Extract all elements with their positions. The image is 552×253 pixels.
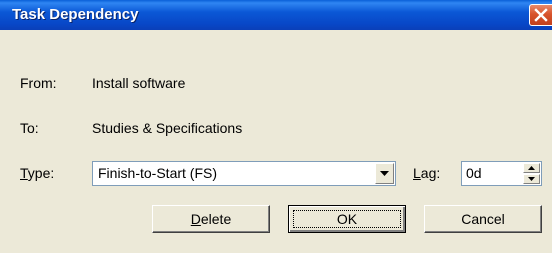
focus-rectangle — [293, 210, 401, 228]
task-dependency-dialog: Task Dependency From: Install software T… — [0, 0, 552, 253]
to-label: To: — [20, 120, 39, 136]
close-icon — [534, 8, 548, 22]
lag-label-rest: ag: — [420, 165, 441, 181]
delete-button-accelerator: D — [190, 211, 201, 227]
lag-label-accelerator: L — [413, 165, 421, 181]
close-button[interactable] — [529, 4, 552, 26]
lag-label: Lag: — [413, 165, 440, 181]
type-dropdown-button[interactable] — [375, 163, 394, 184]
type-label-accelerator: T — [20, 165, 28, 181]
lag-decrement-button[interactable] — [523, 174, 540, 184]
type-label-rest: ype: — [27, 165, 55, 181]
delete-button-label: elete — [200, 211, 232, 227]
type-dropdown[interactable]: Finish-to-Start (FS) — [92, 161, 396, 186]
lag-spin-buttons — [523, 163, 540, 184]
title-bar[interactable]: Task Dependency — [0, 0, 552, 30]
cancel-button[interactable]: Cancel — [424, 205, 542, 233]
arrow-up-icon — [528, 166, 535, 170]
lag-input[interactable]: 0d — [466, 165, 482, 181]
from-label: From: — [20, 75, 57, 91]
window-title: Task Dependency — [12, 6, 139, 23]
to-value: Studies & Specifications — [92, 120, 243, 136]
from-value: Install software — [92, 75, 186, 91]
cancel-button-label: Cancel — [461, 211, 505, 227]
ok-button[interactable]: OK — [288, 205, 406, 233]
delete-button[interactable]: Delete — [152, 205, 270, 233]
chevron-down-icon — [380, 171, 389, 176]
arrow-down-icon — [528, 177, 535, 181]
lag-increment-button[interactable] — [523, 163, 540, 173]
lag-spinner[interactable]: 0d — [461, 161, 542, 186]
type-selected-value: Finish-to-Start (FS) — [98, 165, 218, 181]
type-label: Type: — [20, 165, 54, 181]
